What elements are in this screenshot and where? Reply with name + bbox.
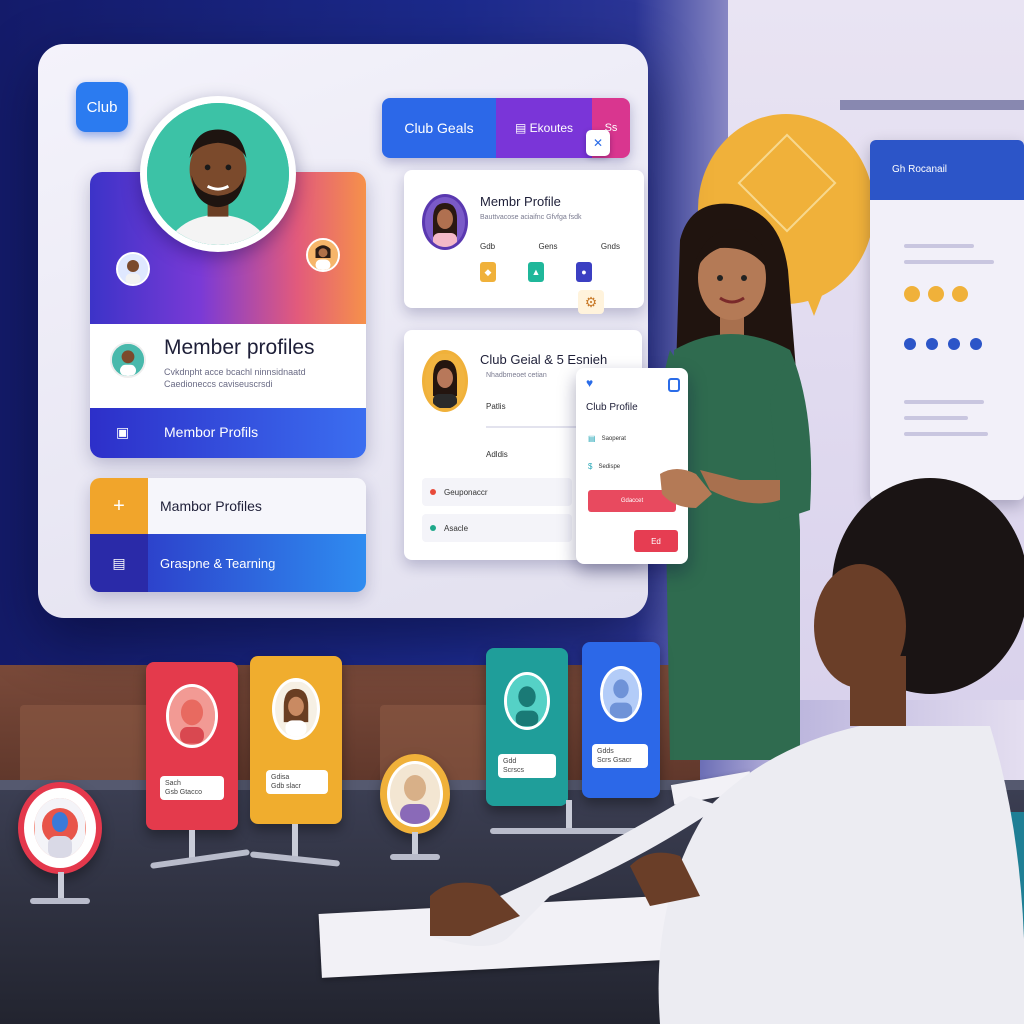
member-standee[interactable]: Gdisa Gdb slacr [250, 656, 342, 824]
club-badge-button[interactable]: Club [76, 82, 128, 132]
wall-shelf [840, 100, 1024, 110]
standee-stand [58, 872, 64, 898]
board-dot [926, 338, 938, 350]
club-profile-row-label: Saoperat [601, 435, 626, 442]
list-item-groups-learning[interactable]: ▤ Graspne & Tearning [90, 534, 366, 592]
list-item[interactable]: ▤ Saoperat [588, 434, 626, 443]
board-line [904, 400, 984, 404]
avatar [34, 798, 86, 858]
member-profile-icons: ◆ ▲ ● [480, 262, 592, 282]
stat-label: Gdb [480, 242, 496, 251]
standee-tag-line: Gsb Gtacco [165, 789, 202, 796]
member-profiles-button[interactable]: ▣ Membor Profils [90, 408, 366, 458]
standee-tag-line: Gdb slacr [271, 783, 301, 790]
list-item-label: Graspne & Tearning [160, 556, 276, 571]
member-profile-card[interactable]: Membr Profile Bauttvacose aciaifnc Gfvfg… [404, 170, 644, 308]
hero-title: Member profiles [164, 336, 315, 359]
club-goals-label: Adldis [486, 450, 508, 459]
chart-icon[interactable]: ▲ [528, 262, 544, 282]
document-icon: ▤ [588, 434, 596, 443]
gear-icon[interactable]: ⚙ [578, 290, 604, 314]
scene-background: Gh Rocanail Club Member profiles Cvkdnph… [0, 0, 1024, 1024]
close-icon[interactable]: ✕ [586, 130, 610, 156]
featured-member-avatar[interactable] [140, 96, 296, 252]
standee-stand [30, 898, 90, 904]
grid-icon: ▣ [116, 424, 130, 440]
user-icon[interactable]: ● [576, 262, 592, 282]
board-line [904, 260, 994, 264]
member-profile-labels: Gdb Gens Gnds [480, 242, 620, 251]
member-profiles-list: + Mambor Profiles ▤ Graspne & Tearning [90, 478, 366, 592]
stat-label: Gnds [600, 242, 620, 251]
standee-tag-line: Gdisa [271, 774, 290, 781]
wall-board-header: Gh Rocanail [870, 140, 1024, 200]
board-line [904, 432, 988, 436]
standee-tag: Sach Gsb Gtacco [160, 776, 224, 800]
tab-club-goals[interactable]: Club Geals [382, 98, 496, 158]
list-item[interactable]: $ Sedispe [588, 462, 620, 471]
seated-viewer [430, 476, 1024, 1024]
avatar[interactable] [110, 342, 146, 378]
member-profile-subtitle: Bauttvacose aciaifnc Gfvfga fsdk [480, 214, 582, 221]
heart-icon[interactable]: ♥ [586, 376, 593, 390]
standee-stand [292, 824, 298, 858]
trophy-icon[interactable]: ◆ [480, 262, 496, 282]
member-token[interactable] [18, 782, 102, 874]
shield-icon [668, 378, 680, 392]
divider [486, 426, 586, 428]
club-profile-title: Club Profile [586, 402, 638, 413]
board-line [904, 416, 968, 420]
standee-stand [412, 832, 418, 856]
avatar[interactable] [422, 194, 468, 250]
list-item-member-profiles[interactable]: + Mambor Profiles [90, 478, 366, 534]
avatar [166, 684, 218, 748]
board-dot [928, 286, 944, 302]
board-dot [904, 286, 920, 302]
board-dot [952, 286, 968, 302]
avatar[interactable] [422, 350, 468, 412]
standee-tag-line: Sach [165, 780, 181, 787]
standee-stand [189, 830, 195, 858]
standee-tag: Gdisa Gdb slacr [266, 770, 328, 794]
board-line [904, 244, 974, 248]
club-profile-row-label: Sedispe [598, 463, 621, 470]
member-profiles-button-label: Membor Profils [164, 424, 259, 440]
club-goals-label: Patlis [486, 402, 506, 411]
board-dot [904, 338, 916, 350]
tab-events[interactable]: ▤ Ekoutes [496, 98, 592, 158]
club-goals-title: Club Geial & 5 Esnieh [480, 352, 608, 367]
hero-subtitle: Cvkdnpht acce bcachl ninnsidnaatd Caedio… [164, 367, 306, 389]
wall-board-title: Gh Rocanail [892, 164, 948, 175]
avatar [272, 678, 320, 740]
dollar-icon: $ [588, 462, 593, 471]
stat-label: Gens [538, 242, 558, 251]
board-dot [948, 338, 960, 350]
club-goals-subtitle: Nhadbmeoet cetian [486, 372, 547, 379]
add-icon: + [90, 478, 148, 534]
wall-board: Gh Rocanail [870, 140, 1024, 500]
member-standee[interactable]: Sach Gsb Gtacco [146, 662, 238, 830]
avatar[interactable] [306, 238, 340, 272]
avatar[interactable] [116, 252, 150, 286]
document-icon: ▤ [90, 534, 148, 592]
member-profile-title: Membr Profile [480, 194, 561, 209]
board-dot [970, 338, 982, 350]
list-item-label: Mambor Profiles [160, 498, 262, 514]
